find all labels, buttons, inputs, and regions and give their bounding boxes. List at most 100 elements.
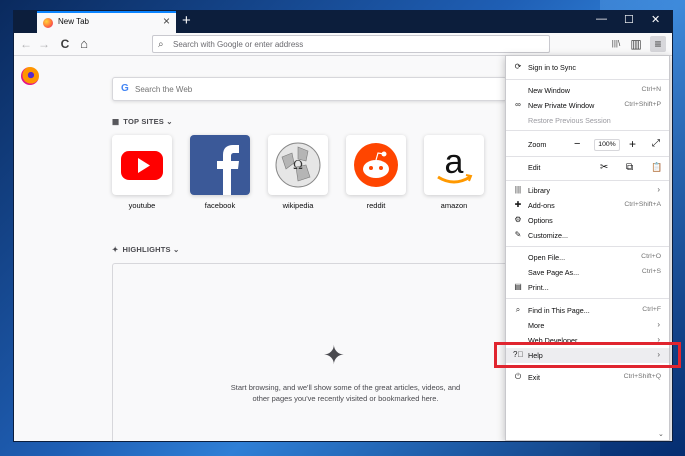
back-button[interactable]: ←: [18, 36, 34, 52]
menu-separator: [506, 298, 669, 299]
firefox-favicon-icon: [43, 18, 53, 28]
url-bar[interactable]: ⌕ Search with Google or enter address: [152, 35, 550, 53]
title-bar: New Tab × + — ☐ ✕: [14, 11, 672, 33]
facebook-logo-icon: [217, 145, 239, 195]
puzzle-icon: ✚: [514, 200, 522, 209]
top-site-facebook[interactable]: facebook: [190, 135, 250, 210]
sparkle-icon: ✦: [323, 340, 345, 370]
close-tab-icon[interactable]: ×: [163, 14, 170, 28]
menu-item-print[interactable]: ▤ Print...: [506, 280, 669, 295]
chevron-down-icon: ⌄: [173, 245, 180, 254]
library-icon[interactable]: |||\: [608, 36, 624, 52]
menu-item-customize[interactable]: ✎ Customize...: [506, 228, 669, 243]
top-site-wikipedia[interactable]: Ω wikipedia: [268, 135, 328, 210]
menu-item-more[interactable]: More ›: [506, 318, 669, 333]
url-placeholder: Search with Google or enter address: [173, 40, 304, 49]
printer-icon: ▤: [514, 282, 522, 291]
firefox-logo-icon: [21, 67, 39, 85]
chevron-down-icon: ⌄: [166, 117, 173, 126]
zoom-in-button[interactable]: +: [629, 137, 636, 151]
grid-icon: ▦: [112, 117, 120, 126]
close-window-button[interactable]: ✕: [651, 13, 660, 26]
menu-item-addons[interactable]: ✚ Add-ons Ctrl+Shift+A: [506, 198, 669, 213]
highlights-header[interactable]: ✦ HIGHLIGHTS ⌄: [112, 245, 180, 254]
youtube-tile: [112, 135, 172, 195]
search-icon: ⌕: [158, 39, 164, 50]
maximize-button[interactable]: ☐: [624, 13, 634, 26]
power-icon: ⏻: [514, 372, 522, 381]
highlights-label: HIGHLIGHTS: [122, 245, 171, 254]
minimize-button[interactable]: —: [596, 13, 607, 25]
firefox-window: New Tab × + — ☐ ✕ ← → C ⌂ ⌕ Search with …: [14, 11, 672, 441]
menu-separator: [506, 246, 669, 247]
youtube-logo-icon: [121, 151, 163, 180]
search-placeholder: Search the Web: [135, 85, 193, 94]
menu-item-options[interactable]: ⚙ Options: [506, 213, 669, 228]
home-button[interactable]: ⌂: [76, 36, 92, 52]
sidebar-icon[interactable]: ▥: [628, 36, 644, 52]
top-site-label: youtube: [128, 201, 156, 210]
top-site-amazon[interactable]: a amazon: [424, 135, 484, 210]
top-sites-header[interactable]: ▦ TOP SITES ⌄: [112, 117, 173, 126]
menu-separator: [506, 130, 669, 131]
new-tab-button[interactable]: +: [182, 12, 191, 29]
app-menu: ⟳ Sign in to Sync New Window Ctrl+N ∞ New P…: [505, 55, 670, 441]
sync-icon: ⟳: [514, 62, 522, 71]
top-site-label: amazon: [440, 201, 468, 210]
gear-icon: ⚙: [514, 215, 522, 224]
hamburger-menu-button[interactable]: ≡: [650, 36, 666, 52]
menu-item-new-private-window[interactable]: ∞ New Private Window Ctrl+Shift+P: [506, 98, 669, 113]
menu-item-save-page[interactable]: Save Page As... Ctrl+S: [506, 265, 669, 280]
menu-separator: [506, 156, 669, 157]
menu-item-new-window[interactable]: New Window Ctrl+N: [506, 83, 669, 98]
google-icon: G: [121, 83, 129, 94]
tab-new-tab[interactable]: New Tab ×: [37, 11, 176, 33]
wikipedia-tile: Ω: [268, 135, 328, 195]
cut-icon[interactable]: ✂: [600, 162, 608, 173]
top-sites-label: TOP SITES: [123, 117, 164, 126]
highlights-icon: ✦: [112, 245, 119, 254]
chevron-right-icon: ›: [657, 185, 660, 194]
menu-separator: [506, 79, 669, 80]
facebook-tile: [190, 135, 250, 195]
menu-scroll-down-icon[interactable]: ⌄: [658, 430, 664, 438]
web-search-box[interactable]: G Search the Web: [112, 77, 507, 101]
amazon-logo-icon: a: [437, 143, 473, 184]
search-icon: ⌕: [515, 305, 521, 314]
copy-icon[interactable]: ⧉: [626, 162, 633, 173]
reddit-logo-icon: [354, 143, 398, 187]
help-highlight-box: [494, 342, 681, 368]
top-site-reddit[interactable]: reddit: [346, 135, 406, 210]
reddit-tile: [346, 135, 406, 195]
highlights-empty-message: Start browsing, and we'll show some of t…: [230, 383, 461, 403]
paintbrush-icon: ✎: [514, 230, 522, 239]
navigation-toolbar: ← → C ⌂ ⌕ Search with Google or enter ad…: [14, 33, 672, 56]
top-site-label: facebook: [204, 201, 236, 210]
library-icon: |||: [514, 185, 522, 194]
zoom-out-button[interactable]: −: [574, 138, 580, 150]
fullscreen-icon[interactable]: ⤢: [652, 138, 660, 149]
menu-item-sign-in-sync[interactable]: ⟳ Sign in to Sync: [506, 60, 669, 76]
menu-item-exit[interactable]: ⏻ Exit Ctrl+Shift+Q: [506, 370, 669, 385]
svg-text:Ω: Ω: [293, 158, 303, 172]
paste-icon[interactable]: 📋: [651, 162, 662, 173]
menu-item-open-file[interactable]: Open File... Ctrl+O: [506, 250, 669, 265]
top-site-youtube[interactable]: youtube: [112, 135, 172, 210]
menu-item-edit: Edit ✂ ⧉ 📋: [528, 162, 663, 173]
chevron-right-icon: ›: [657, 320, 660, 329]
top-site-label: wikipedia: [282, 201, 314, 210]
menu-item-restore-session[interactable]: Restore Previous Session: [506, 113, 669, 128]
menu-item-library[interactable]: ||| Library ›: [506, 183, 669, 198]
private-mask-icon: ∞: [515, 100, 521, 109]
menu-item-find[interactable]: ⌕ Find in This Page... Ctrl+F: [506, 303, 669, 318]
amazon-tile: a: [424, 135, 484, 195]
forward-button[interactable]: →: [36, 36, 52, 52]
svg-text:a: a: [445, 143, 464, 181]
menu-item-zoom: Zoom − 100% + ⤢: [528, 137, 660, 151]
reload-button[interactable]: C: [57, 36, 73, 52]
zoom-reset-button[interactable]: 100%: [594, 139, 620, 151]
tab-title: New Tab: [58, 17, 89, 26]
wikipedia-globe-icon: Ω: [275, 142, 321, 188]
menu-separator: [506, 180, 669, 181]
top-site-label: reddit: [366, 201, 386, 210]
